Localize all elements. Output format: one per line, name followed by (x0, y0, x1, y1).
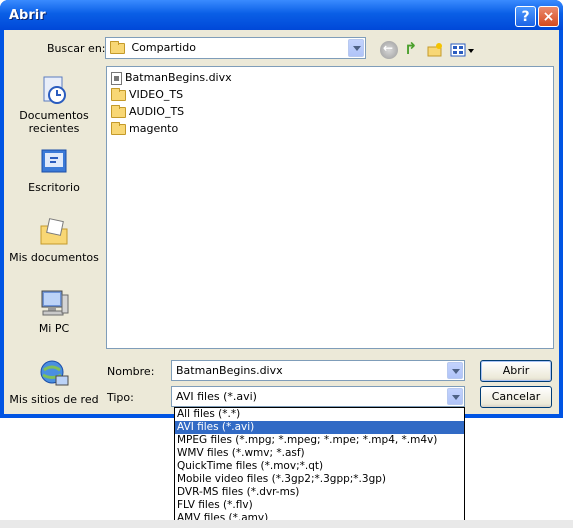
dropdown-option[interactable]: FLV files (*.flv) (175, 499, 464, 512)
chevron-down-icon[interactable] (447, 388, 463, 405)
cancel-button[interactable]: Cancelar (480, 386, 552, 408)
chevron-down-icon[interactable] (348, 39, 364, 57)
new-folder-icon[interactable] (426, 41, 444, 59)
place-my-documents[interactable]: Mis documentos (8, 216, 100, 264)
taskbar-strip (0, 520, 573, 528)
folder-icon (111, 104, 126, 118)
file-list[interactable]: BatmanBegins.divx VIDEO_TS AUDIO_TS mage… (106, 66, 554, 349)
file-icon (111, 71, 122, 85)
dropdown-option[interactable]: MPEG files (*.mpg; *.mpeg; *.mpe; *.mp4,… (175, 434, 464, 447)
network-places-icon (38, 358, 70, 390)
dialog-body: Buscar en: Compartido Documentos recient… (4, 30, 559, 414)
window-title: Abrir (9, 8, 46, 23)
title-bar[interactable]: Abrir ? × (0, 0, 563, 30)
view-menu-icon[interactable] (450, 41, 474, 59)
lookin-combo[interactable]: Compartido (105, 37, 366, 59)
list-item[interactable]: BatmanBegins.divx (111, 70, 232, 86)
filetype-label: Tipo: (107, 391, 134, 404)
filetype-dropdown-list[interactable]: All files (*.*) AVI files (*.avi) MPEG fil… (174, 407, 465, 527)
list-item[interactable]: VIDEO_TS (111, 87, 183, 103)
folder-icon (110, 40, 125, 54)
dropdown-option[interactable]: AVI files (*.avi) (175, 421, 464, 434)
list-item[interactable]: magento (111, 121, 178, 137)
lookin-label: Buscar en: (47, 42, 106, 55)
place-network[interactable]: Mis sitios de red (8, 358, 100, 406)
chevron-down-icon[interactable] (447, 362, 463, 379)
help-button[interactable]: ? (515, 6, 536, 27)
dropdown-option[interactable]: QuickTime files (*.mov;*.qt) (175, 460, 464, 473)
places-bar: Documentos recientes Escritorio Mis docu… (8, 68, 100, 406)
my-documents-icon (38, 216, 70, 248)
place-desktop[interactable]: Escritorio (8, 146, 100, 194)
dropdown-option[interactable]: WMV files (*.wmv; *.asf) (175, 447, 464, 460)
folder-icon (111, 121, 126, 135)
back-icon[interactable] (380, 41, 398, 59)
place-my-computer[interactable]: Mi PC (8, 287, 100, 335)
dropdown-option[interactable]: DVR-MS files (*.dvr-ms) (175, 486, 464, 499)
lookin-value: Compartido (131, 41, 196, 54)
dropdown-option[interactable]: Mobile video files (*.3gp2;*.3gpp;*.3gp) (175, 473, 464, 486)
dropdown-option[interactable]: All files (*.*) (175, 408, 464, 421)
folder-icon (111, 87, 126, 101)
filename-field[interactable]: BatmanBegins.divx (171, 360, 465, 381)
filetype-select[interactable]: AVI files (*.avi) (171, 386, 465, 407)
place-recent-documents[interactable]: Documentos recientes (8, 74, 100, 135)
my-computer-icon (38, 287, 70, 319)
desktop-icon (38, 146, 70, 178)
list-item[interactable]: AUDIO_TS (111, 104, 184, 120)
filename-label: Nombre: (107, 365, 155, 378)
up-folder-icon[interactable] (402, 39, 420, 59)
open-button[interactable]: Abrir (480, 360, 552, 382)
close-button[interactable]: × (538, 6, 559, 27)
open-dialog: Abrir ? × Buscar en: Compartido ← ↱ Docu… (0, 0, 563, 418)
recent-documents-icon (38, 74, 70, 106)
